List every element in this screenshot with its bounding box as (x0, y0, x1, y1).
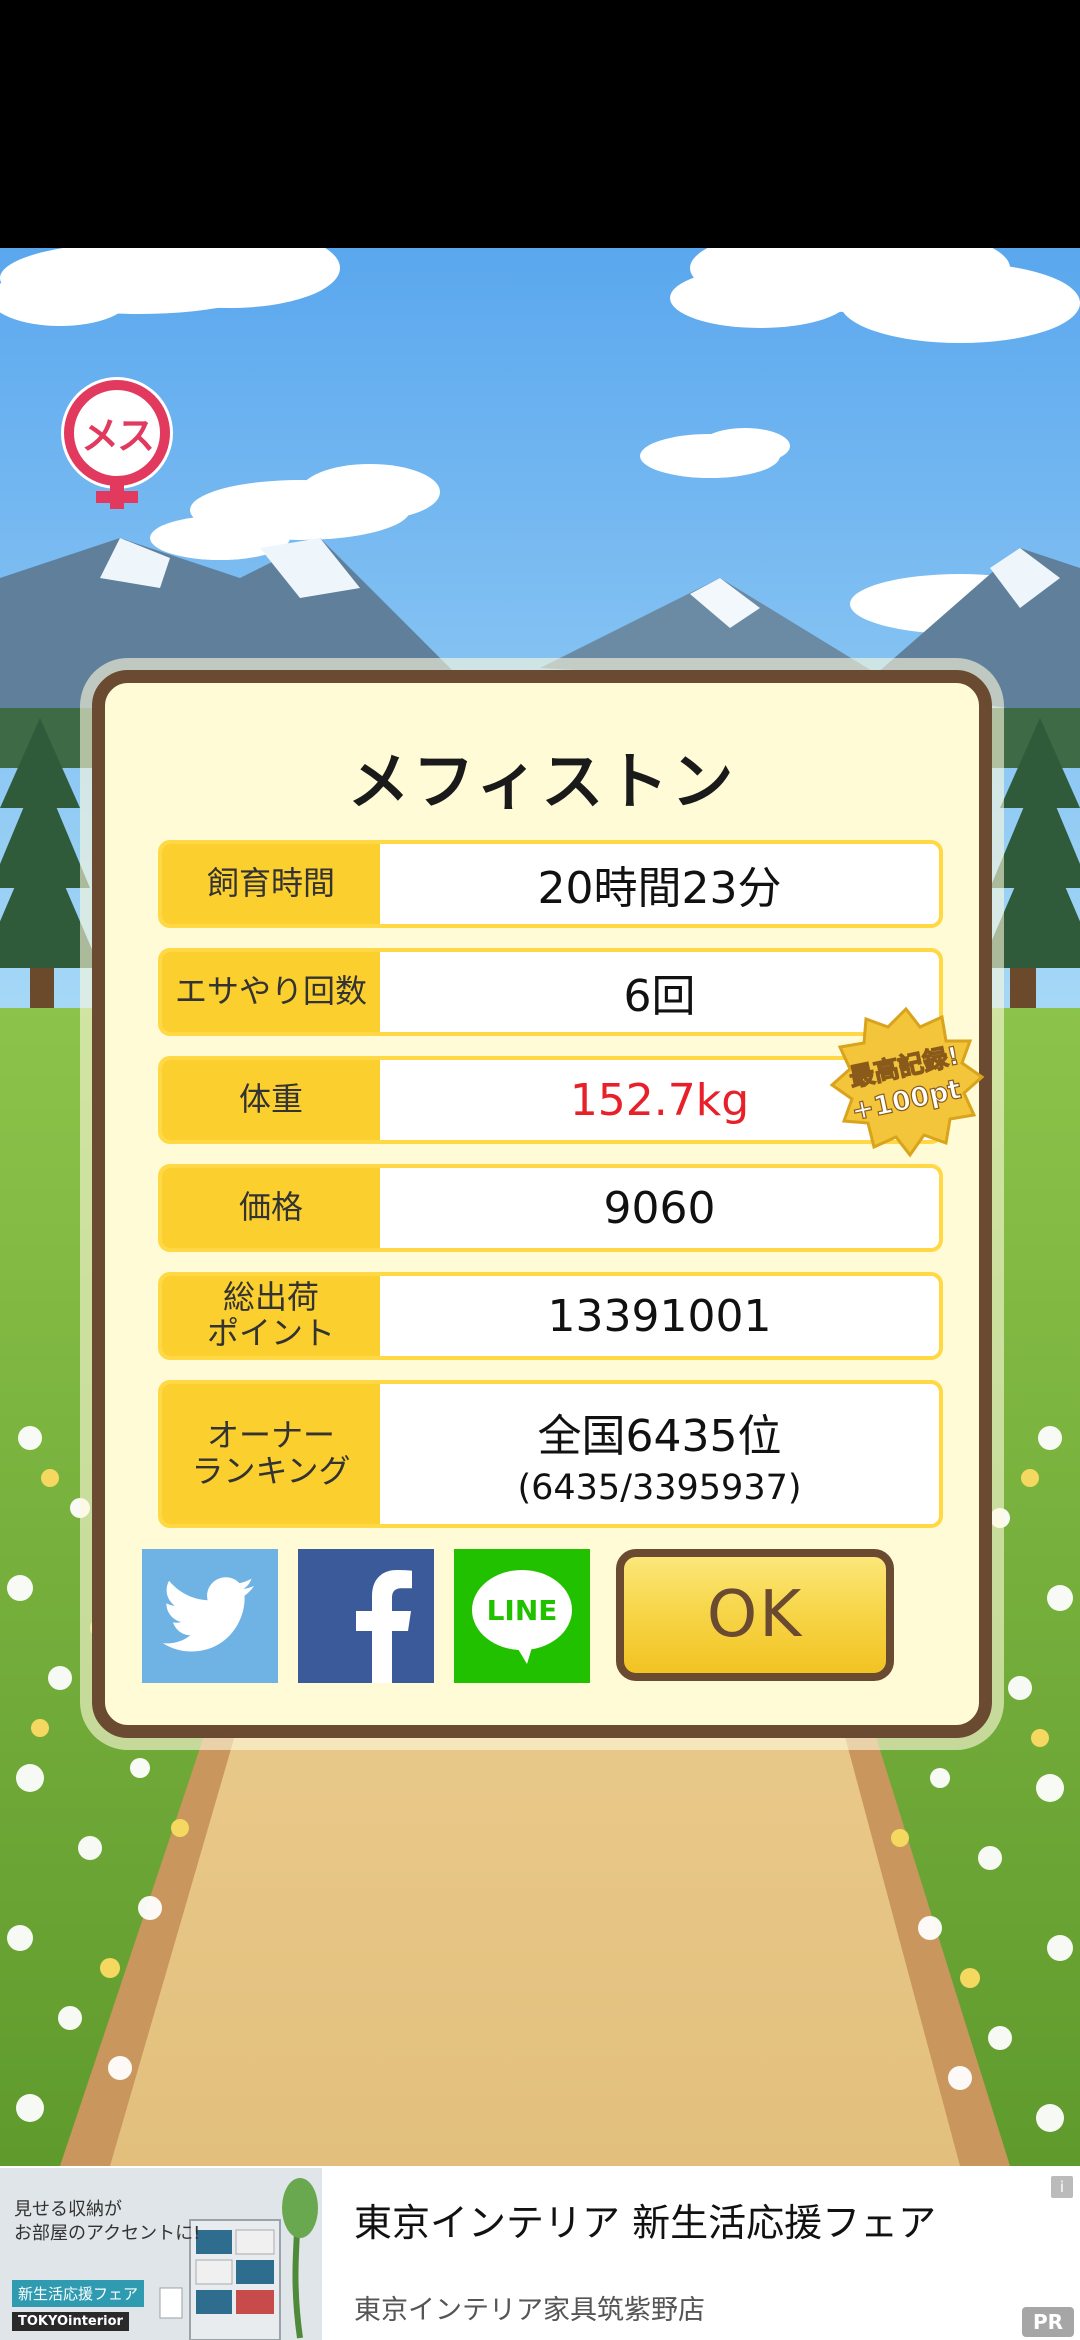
ranking-detail: (6435/3395937) (517, 1468, 802, 1508)
stat-row-price: 価格 9060 (158, 1164, 943, 1252)
stat-value: 13391001 (547, 1290, 772, 1342)
facebook-share-button[interactable] (298, 1549, 434, 1683)
stat-label-line: ポイント (206, 1314, 335, 1352)
stat-label-line: 総出荷 (222, 1278, 319, 1317)
stat-label-line: オーナー (206, 1416, 335, 1455)
stat-label: オーナー ランキング (162, 1384, 380, 1524)
stat-label: 体重 (162, 1060, 380, 1140)
ad-title[interactable]: 東京インテリア 新生活応援フェア (354, 2192, 936, 2247)
ranking-value: 全国6435位 (537, 1411, 782, 1462)
twitter-share-button[interactable] (142, 1549, 278, 1683)
ad-subtitle[interactable]: 東京インテリア家具筑紫野店 (354, 2288, 705, 2327)
ok-button[interactable]: OK (616, 1549, 894, 1681)
line-bubble-icon: LINE (472, 1570, 572, 1664)
stat-label: 総出荷 ポイント (162, 1276, 380, 1356)
record-badge: 最高記録! +100pt (826, 1005, 986, 1165)
stat-value: 20時間23分 (537, 863, 782, 914)
ad-image-tag: 新生活応援フェア (12, 2280, 145, 2307)
stat-label: 価格 (162, 1168, 380, 1248)
ad-banner[interactable]: 見せる収納が お部屋のアクセントに! 新生活応援フェア TOKYOinterio… (0, 2166, 1080, 2340)
stat-row-breeding-time: 飼育時間 20時間23分 (158, 840, 943, 928)
ad-image[interactable]: 見せる収納が お部屋のアクセントに! 新生活応援フェア TOKYOinterio… (0, 2168, 322, 2340)
facebook-f-icon (356, 1570, 412, 1683)
stat-value: 全国6435位 (6435/3395937) (380, 1384, 939, 1524)
ad-image-brand: TOKYOinterior (12, 2312, 129, 2331)
ad-info-icon[interactable]: i (1051, 2176, 1073, 2198)
line-text: LINE (487, 1594, 558, 1627)
stat-value: 9060 (603, 1182, 716, 1234)
stat-label-line: ランキング (191, 1452, 351, 1490)
stat-row-total-points: 総出荷 ポイント 13391001 (158, 1272, 943, 1360)
sex-label: メス (80, 414, 155, 458)
stat-label: エサやり回数 (162, 952, 380, 1032)
starburst-icon: 最高記録! +100pt (829, 1006, 985, 1158)
pig-name: メフィストン (347, 745, 737, 818)
stat-label: 飼育時間 (162, 844, 380, 924)
stat-row-owner-ranking: オーナー ランキング 全国6435位 (6435/3395937) (158, 1380, 943, 1528)
line-share-button[interactable]: LINE (454, 1549, 590, 1683)
female-sex-badge: メス (52, 373, 182, 513)
ad-image-caption: 見せる収納が お部屋のアクセントに! (14, 2199, 201, 2245)
status-bar (0, 0, 1080, 248)
twitter-bird-icon (162, 1577, 254, 1652)
ad-pr-badge: PR (1022, 2307, 1074, 2337)
